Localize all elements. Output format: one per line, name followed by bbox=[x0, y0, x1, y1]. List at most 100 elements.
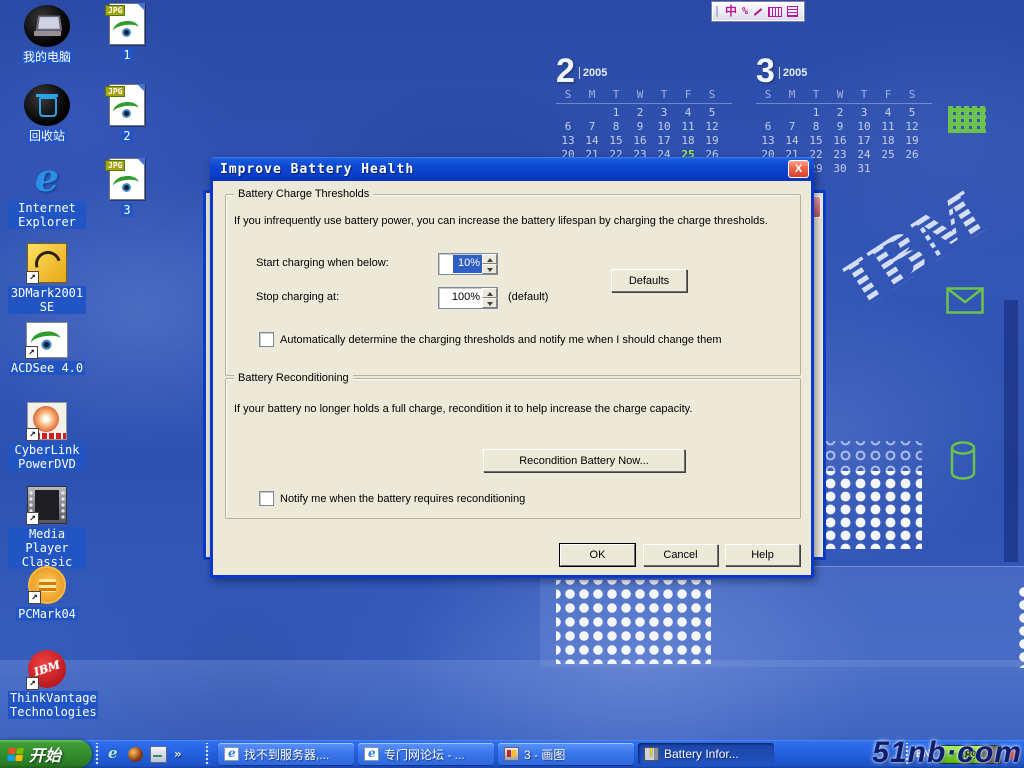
calendar-day: 2 bbox=[628, 106, 652, 119]
group-legend: Battery Reconditioning bbox=[234, 372, 353, 385]
quick-launch-overflow-chevron[interactable]: » bbox=[174, 747, 182, 761]
calendar-day: 4 bbox=[876, 106, 900, 119]
start-charging-value[interactable]: 10% bbox=[453, 255, 482, 273]
desktop-item-recycle-bin[interactable]: 回收站 bbox=[8, 84, 86, 145]
database-cylinder-icon bbox=[949, 440, 977, 487]
calendar-day: 11 bbox=[676, 120, 700, 133]
desktop-icon-label[interactable]: 3DMark2001 SE bbox=[8, 286, 86, 314]
ime-chinese-mode-icon[interactable]: 中 bbox=[725, 4, 737, 19]
windows-flag-icon bbox=[7, 748, 24, 761]
taskbar-grip[interactable] bbox=[204, 743, 210, 765]
recycle-bin-icon[interactable] bbox=[24, 84, 70, 126]
ok-button[interactable]: OK bbox=[560, 544, 635, 566]
start-charging-spinner[interactable]: 10% bbox=[438, 253, 498, 275]
calendar-weekday: T bbox=[652, 88, 676, 101]
page-fold-shape bbox=[137, 3, 145, 11]
spin-down-button[interactable] bbox=[482, 298, 497, 308]
dot-grid-pattern bbox=[816, 471, 922, 549]
start-button-label: 开始 bbox=[29, 742, 61, 766]
desktop-item-thinkvantage[interactable]: IBMThinkVantage Technologies bbox=[8, 650, 86, 721]
desktop-icon-label[interactable]: Internet Explorer bbox=[8, 201, 86, 229]
task-button[interactable]: 3 - 画图 bbox=[498, 743, 634, 765]
desktop-item-acdsee[interactable]: ACDSee 4.0 bbox=[8, 322, 86, 377]
calendar-day: 13 bbox=[556, 134, 580, 147]
calendar-day: 18 bbox=[876, 134, 900, 147]
thinkvantage-icon[interactable]: IBM bbox=[28, 650, 66, 688]
internet-explorer-icon[interactable]: e bbox=[26, 158, 68, 198]
ime-fullwidth-icon[interactable]: % bbox=[742, 6, 748, 17]
ime-pen-icon[interactable] bbox=[754, 8, 763, 16]
desktop-item-jpg-file[interactable]: JPG 1 bbox=[88, 3, 166, 64]
ime-menu-icon[interactable] bbox=[787, 6, 798, 17]
auto-determine-checkbox-row: Automatically determine the charging thr… bbox=[259, 332, 721, 347]
pcmark04-icon[interactable] bbox=[28, 566, 66, 604]
calendar-day: 1 bbox=[604, 106, 628, 119]
ime-grip[interactable] bbox=[716, 6, 720, 17]
taskbar-grip[interactable] bbox=[94, 743, 100, 765]
acdsee-icon[interactable] bbox=[26, 322, 68, 358]
cancel-button[interactable]: Cancel bbox=[643, 544, 718, 566]
desktop-screen: IBM 22005SMTWTFS123456789101112131415161… bbox=[0, 0, 1024, 768]
jpg-file-icon[interactable]: JPG bbox=[109, 84, 145, 126]
help-button[interactable]: Help bbox=[725, 544, 800, 566]
spin-up-button[interactable] bbox=[482, 254, 497, 264]
jpg-file-icon[interactable]: JPG bbox=[109, 158, 145, 200]
calendar-day: 19 bbox=[700, 134, 724, 147]
media-player-icon[interactable] bbox=[128, 747, 143, 762]
calendar-day: 5 bbox=[900, 106, 924, 119]
desktop-item-my-computer[interactable]: 我的电脑 bbox=[8, 5, 86, 66]
calendar-day: 3 bbox=[852, 106, 876, 119]
shortcut-arrow-icon bbox=[25, 346, 38, 359]
stop-charging-spinner[interactable]: 100% bbox=[438, 287, 498, 309]
desktop-icon-label[interactable]: 2 bbox=[121, 129, 132, 143]
desktop-item-media-player-classic[interactable]: Media Player Classic bbox=[8, 486, 86, 571]
calendar-day: 17 bbox=[852, 134, 876, 147]
desktop-icon-label[interactable]: PCMark04 bbox=[16, 607, 78, 621]
desktop-icon-label[interactable]: 我的电脑 bbox=[21, 50, 73, 64]
calendar-day: 7 bbox=[780, 120, 804, 133]
desktop-item-pcmark04[interactable]: PCMark04 bbox=[8, 566, 86, 623]
desktop-item-3dmark2001[interactable]: 3DMark2001 SE bbox=[8, 243, 86, 316]
spin-up-button[interactable] bbox=[482, 288, 497, 298]
jpg-file-icon[interactable]: JPG bbox=[109, 3, 145, 45]
ime-language-bar[interactable]: 中 % bbox=[712, 2, 804, 21]
powerdvd-icon[interactable] bbox=[27, 402, 67, 440]
stop-charging-value[interactable]: 100% bbox=[439, 288, 482, 308]
calendar-day: 26 bbox=[900, 148, 924, 161]
battery-reconditioning-group: Battery Reconditioning If your battery n… bbox=[225, 378, 801, 519]
calendar-day: 12 bbox=[900, 120, 924, 133]
calendar-day: 8 bbox=[804, 120, 828, 133]
start-button[interactable]: 开始 bbox=[0, 740, 92, 768]
internet-explorer-icon[interactable] bbox=[106, 747, 121, 762]
defaults-button[interactable]: Defaults bbox=[611, 269, 687, 292]
dialog-titlebar[interactable]: Improve Battery Health X bbox=[210, 157, 814, 181]
desktop-icon-label[interactable]: CyberLink PowerDVD bbox=[8, 443, 86, 471]
desktop-icon-label[interactable]: Media Player Classic bbox=[8, 527, 86, 569]
desktop-item-jpg-file[interactable]: JPG 3 bbox=[88, 158, 166, 219]
task-button[interactable]: 找不到服务器,... bbox=[218, 743, 354, 765]
spin-down-button[interactable] bbox=[482, 264, 497, 274]
desktop-icon-label[interactable]: 1 bbox=[121, 48, 132, 62]
task-button[interactable]: Battery Infor... bbox=[638, 743, 774, 765]
close-button[interactable]: X bbox=[788, 160, 809, 178]
calendar-month-number: 3 bbox=[756, 52, 775, 90]
desktop-item-powerdvd[interactable]: CyberLink PowerDVD bbox=[8, 402, 86, 473]
desktop-icon-label[interactable]: 回收站 bbox=[27, 129, 67, 143]
recondition-battery-button[interactable]: Recondition Battery Now... bbox=[483, 449, 685, 472]
my-computer-icon[interactable] bbox=[24, 5, 70, 47]
auto-determine-checkbox[interactable] bbox=[259, 332, 274, 347]
shortcut-arrow-icon bbox=[28, 591, 41, 604]
media-player-classic-icon[interactable] bbox=[27, 486, 67, 524]
desktop-icon-label[interactable]: ThinkVantage Technologies bbox=[8, 691, 98, 719]
desktop-item-jpg-file[interactable]: JPG 2 bbox=[88, 84, 166, 145]
ime-keyboard-icon[interactable] bbox=[768, 7, 782, 17]
desktop-item-internet-explorer[interactable]: e Internet Explorer bbox=[8, 158, 86, 231]
task-button[interactable]: 专门网论坛 - ... bbox=[358, 743, 494, 765]
page-fold-shape bbox=[137, 158, 145, 166]
task-button-label: 3 - 画图 bbox=[524, 746, 565, 763]
desktop-icon-label[interactable]: ACDSee 4.0 bbox=[9, 361, 85, 375]
3dmark2001-icon[interactable] bbox=[27, 243, 67, 283]
show-desktop-icon[interactable] bbox=[150, 746, 167, 763]
desktop-icon-label[interactable]: 3 bbox=[121, 203, 132, 217]
notify-reconditioning-checkbox[interactable] bbox=[259, 491, 274, 506]
